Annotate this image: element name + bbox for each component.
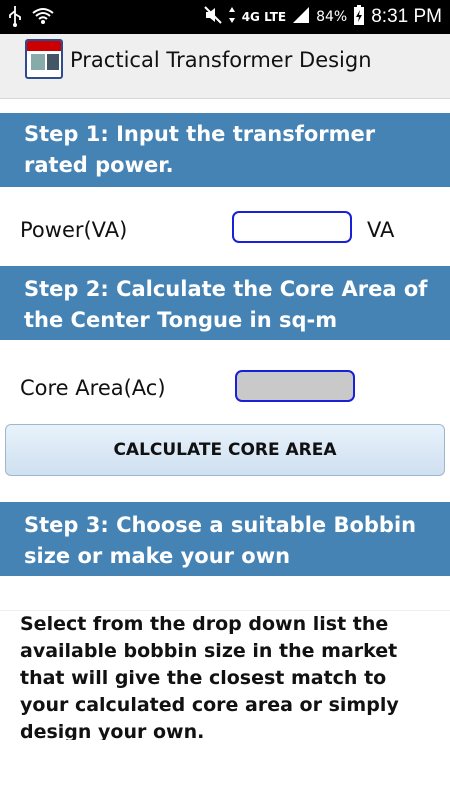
core-area-field: [235, 370, 355, 402]
usb-icon: [8, 5, 22, 31]
mute-icon: [203, 6, 222, 28]
power-label: Power(VA): [20, 218, 128, 242]
app-logo: [25, 39, 63, 79]
network-type: 4G LTE: [241, 10, 287, 24]
power-unit: VA: [367, 218, 395, 242]
battery-percent: 84%: [316, 9, 348, 25]
bobbin-description: Select from the drop down list the avail…: [0, 610, 450, 740]
clock: 8:31 PM: [371, 6, 442, 27]
status-bar: 4G LTE 84% 8:31 PM: [0, 0, 450, 34]
core-area-label: Core Area(Ac): [20, 376, 166, 400]
wifi-icon: [32, 7, 54, 29]
step2-heading: Step 2: Calculate the Core Area of the C…: [0, 266, 450, 340]
step3-heading: Step 3: Choose a suitable Bobbin size or…: [0, 502, 450, 576]
battery-charging-icon: [353, 4, 365, 30]
signal-icon: [292, 6, 310, 28]
app-title: Practical Transformer Design: [70, 48, 372, 72]
data-arrows-icon: [228, 6, 236, 28]
step1-heading: Step 1: Input the transformer rated powe…: [0, 113, 450, 187]
action-bar: Practical Transformer Design: [0, 34, 450, 99]
status-left-icons: [8, 5, 54, 31]
power-input[interactable]: [232, 211, 352, 243]
status-right-icons: 4G LTE 84% 8:31 PM: [203, 4, 442, 30]
calculate-core-area-button[interactable]: CALCULATE CORE AREA: [5, 424, 445, 476]
